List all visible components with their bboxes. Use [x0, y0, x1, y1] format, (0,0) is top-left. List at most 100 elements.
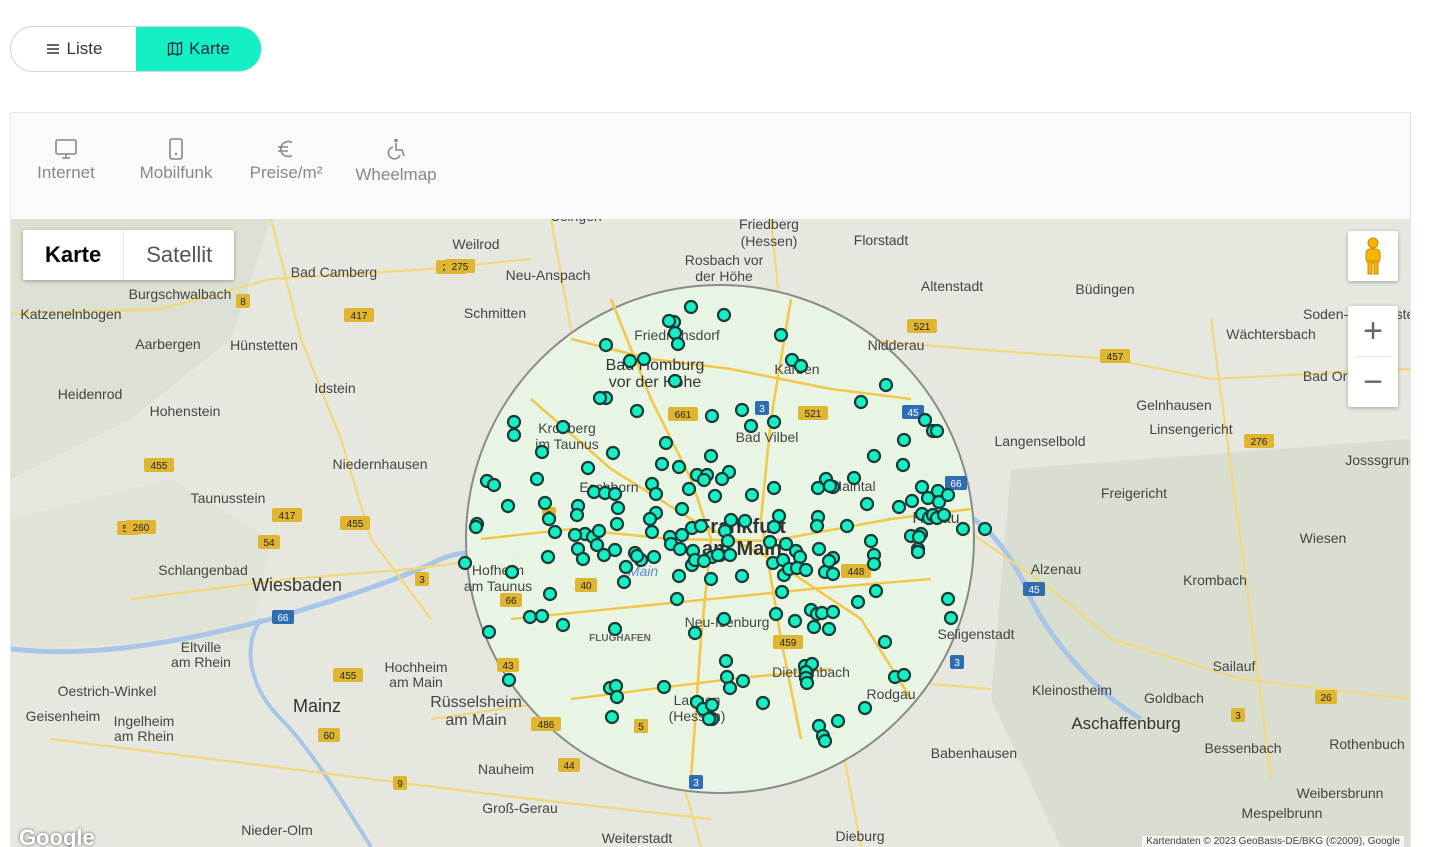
location-marker[interactable] — [822, 478, 838, 494]
location-marker[interactable] — [622, 353, 638, 369]
location-marker[interactable] — [799, 675, 815, 691]
location-marker[interactable] — [722, 547, 738, 563]
location-marker[interactable] — [481, 624, 497, 640]
location-marker[interactable] — [501, 672, 517, 688]
location-marker[interactable] — [592, 390, 608, 406]
location-marker[interactable] — [648, 486, 664, 502]
layer-internet[interactable]: Internet — [33, 135, 99, 183]
location-marker[interactable] — [904, 493, 920, 509]
location-marker[interactable] — [744, 487, 760, 503]
location-marker[interactable] — [896, 432, 912, 448]
location-marker[interactable] — [541, 511, 557, 527]
location-marker[interactable] — [542, 586, 558, 602]
location-marker[interactable] — [670, 336, 686, 352]
location-marker[interactable] — [658, 435, 674, 451]
location-marker[interactable] — [598, 337, 614, 353]
location-marker[interactable] — [605, 445, 621, 461]
location-marker[interactable] — [671, 459, 687, 475]
location-marker[interactable] — [821, 621, 837, 637]
location-marker[interactable] — [718, 653, 734, 669]
location-marker[interactable] — [825, 566, 841, 582]
location-marker[interactable] — [910, 544, 926, 560]
location-marker[interactable] — [674, 501, 690, 517]
location-marker[interactable] — [911, 529, 927, 545]
location-marker[interactable] — [773, 327, 789, 343]
location-marker[interactable] — [806, 619, 822, 635]
map-type-map-button[interactable]: Karte — [23, 230, 125, 280]
location-marker[interactable] — [616, 574, 632, 590]
location-marker[interactable] — [936, 507, 952, 523]
location-marker[interactable] — [555, 419, 571, 435]
location-marker[interactable] — [693, 518, 709, 534]
location-marker[interactable] — [610, 500, 626, 516]
location-marker[interactable] — [720, 533, 736, 549]
location-marker[interactable] — [555, 617, 571, 633]
location-marker[interactable] — [703, 448, 719, 464]
location-marker[interactable] — [642, 511, 658, 527]
location-marker[interactable] — [569, 507, 585, 523]
zoom-in-button[interactable]: + — [1348, 306, 1398, 356]
zoom-out-button[interactable]: − — [1348, 357, 1398, 407]
location-marker[interactable] — [737, 513, 753, 529]
location-marker[interactable] — [896, 667, 912, 683]
layer-mobilfunk[interactable]: Mobilfunk — [135, 135, 217, 183]
location-marker[interactable] — [609, 516, 625, 532]
location-marker[interactable] — [468, 519, 484, 535]
location-marker[interactable] — [669, 591, 685, 607]
location-marker[interactable] — [629, 403, 645, 419]
street-view-pegman[interactable] — [1348, 231, 1398, 281]
location-marker[interactable] — [618, 559, 634, 575]
location-marker[interactable] — [654, 456, 670, 472]
location-marker[interactable] — [591, 523, 607, 539]
location-marker[interactable] — [774, 584, 790, 600]
location-marker[interactable] — [529, 471, 545, 487]
location-marker[interactable] — [868, 583, 884, 599]
location-marker[interactable] — [811, 541, 827, 557]
location-marker[interactable] — [895, 457, 911, 473]
map-view-button[interactable]: Karte — [136, 27, 261, 71]
location-marker[interactable] — [703, 571, 719, 587]
location-marker[interactable] — [716, 307, 732, 323]
location-marker[interactable] — [891, 499, 907, 515]
location-marker[interactable] — [787, 613, 803, 629]
layer-preise[interactable]: Preise/m² — [245, 135, 327, 183]
location-marker[interactable] — [798, 562, 814, 578]
location-marker[interactable] — [839, 518, 855, 534]
location-marker[interactable] — [707, 488, 723, 504]
location-marker[interactable] — [821, 553, 837, 569]
location-marker[interactable] — [575, 551, 591, 567]
location-marker[interactable] — [596, 547, 612, 563]
location-marker[interactable] — [609, 689, 625, 705]
location-marker[interactable] — [857, 700, 873, 716]
location-marker[interactable] — [547, 524, 563, 540]
location-marker[interactable] — [701, 711, 717, 727]
location-marker[interactable] — [853, 394, 869, 410]
location-marker[interactable] — [878, 377, 894, 393]
location-marker[interactable] — [940, 591, 956, 607]
map-canvas[interactable]: Friedberg (Hessen) Weilrod Florstadt Bad … — [11, 219, 1410, 847]
location-marker[interactable] — [504, 564, 520, 580]
location-marker[interactable] — [567, 527, 583, 543]
location-marker[interactable] — [604, 709, 620, 725]
location-marker[interactable] — [734, 402, 750, 418]
location-marker[interactable] — [534, 444, 550, 460]
location-marker[interactable] — [743, 418, 759, 434]
location-marker[interactable] — [846, 470, 862, 486]
location-marker[interactable] — [506, 414, 522, 430]
location-marker[interactable] — [661, 313, 677, 329]
location-marker[interactable] — [704, 408, 720, 424]
location-marker[interactable] — [766, 414, 782, 430]
location-marker[interactable] — [687, 625, 703, 641]
location-marker[interactable] — [766, 519, 782, 535]
location-marker[interactable] — [917, 412, 933, 428]
location-marker[interactable] — [534, 608, 550, 624]
location-marker[interactable] — [766, 480, 782, 496]
location-marker[interactable] — [537, 495, 553, 511]
location-marker[interactable] — [644, 524, 660, 540]
location-marker[interactable] — [636, 351, 652, 367]
location-marker[interactable] — [825, 604, 841, 620]
location-marker[interactable] — [762, 534, 778, 550]
location-marker[interactable] — [683, 299, 699, 315]
location-marker[interactable] — [672, 541, 688, 557]
location-marker[interactable] — [629, 548, 645, 564]
